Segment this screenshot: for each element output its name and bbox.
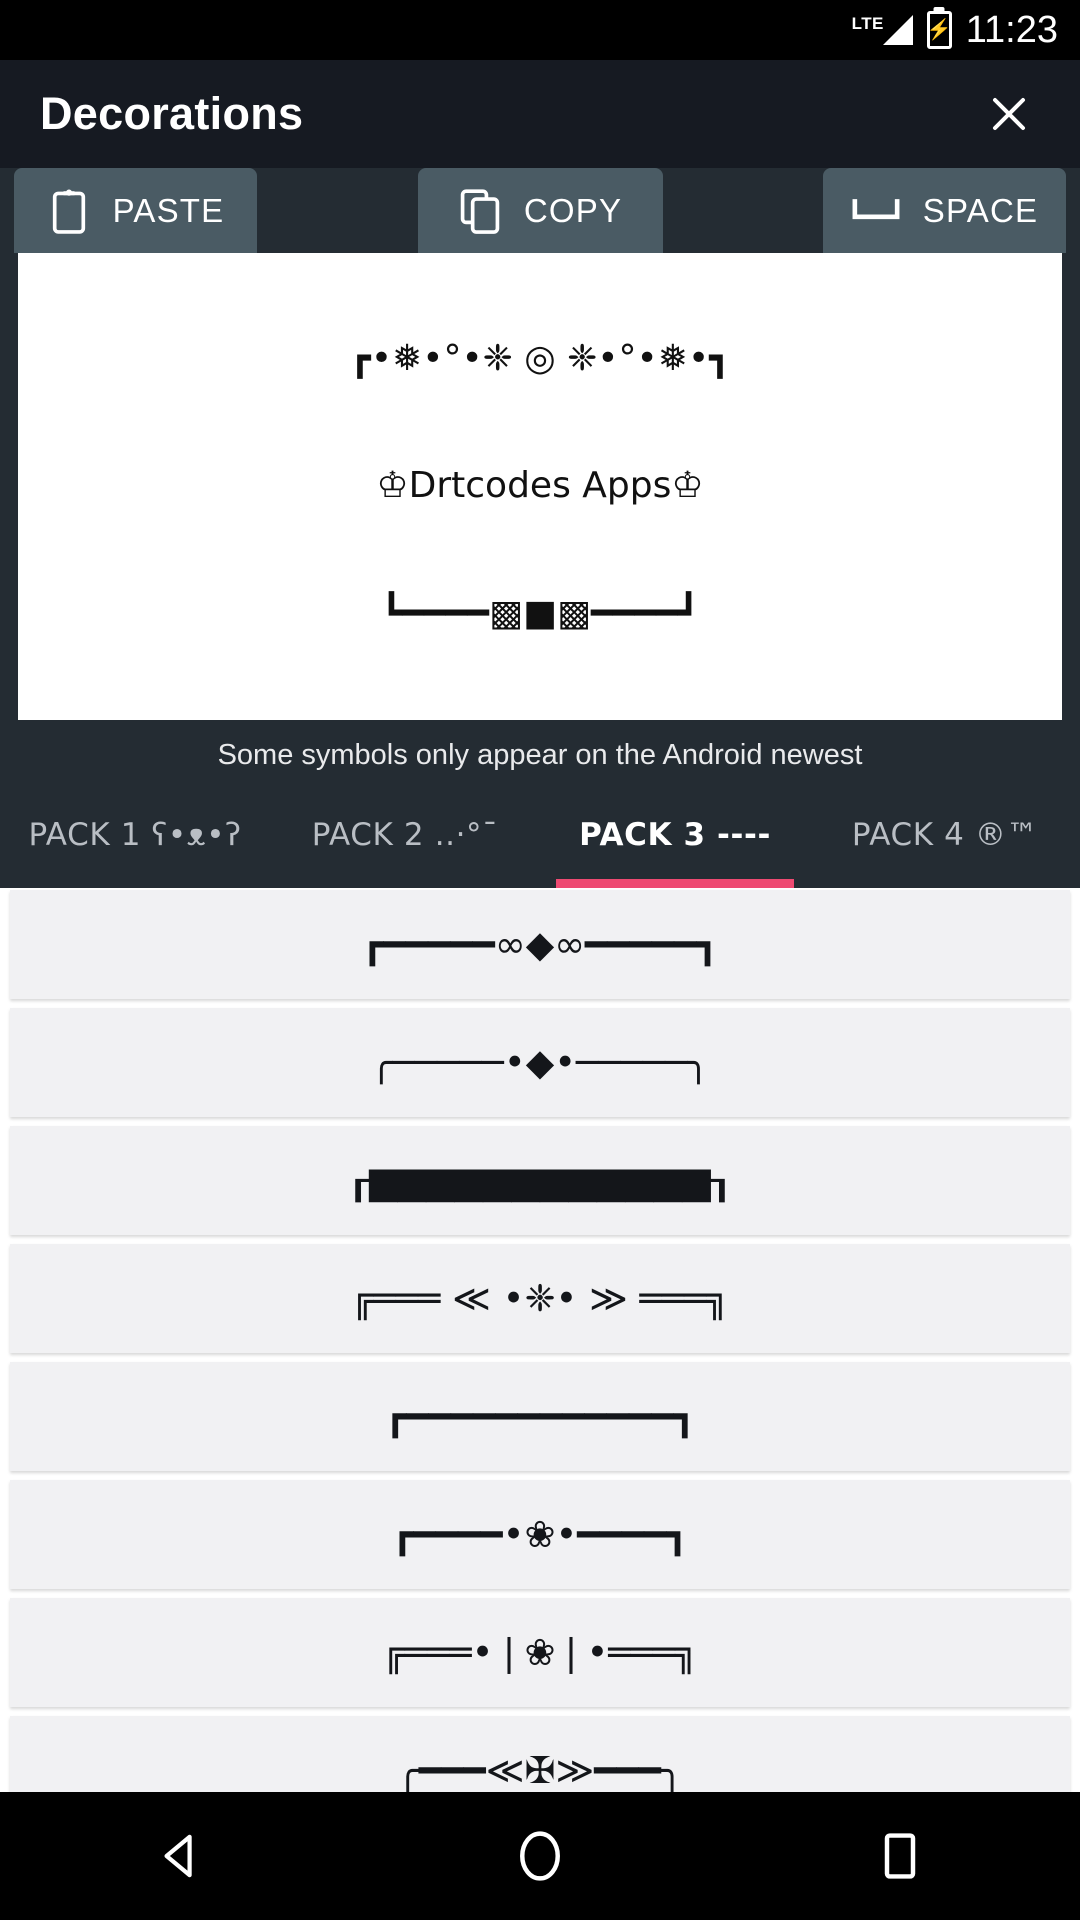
hint-text: Some symbols only appear on the Android … (217, 738, 863, 771)
preview-line-middle: ♔Drtcodes Apps♔ (376, 465, 704, 507)
decoration-text: ┏━━━━━━━━━━━━┓ (384, 1395, 696, 1439)
copy-button[interactable]: COPY (417, 168, 663, 253)
recents-square-icon (884, 1833, 916, 1879)
decoration-text: ╔═══ ≪ •❈• ≫ ═══╗ (351, 1277, 729, 1321)
tab-pack-2[interactable]: PACK 2 ..·°¯ (270, 790, 540, 888)
action-button-bar: PASTE COPY SPACE (0, 168, 1080, 253)
preview-text: ┏•❅•°•❈ ◎ ❈•°•❅•┓ ♔Drtcodes Apps♔ ┗━━━━▩… (349, 253, 731, 720)
preview-container: ┏•❅•°•❈ ◎ ❈•°•❅•┓ ♔Drtcodes Apps♔ ┗━━━━▩… (0, 253, 1080, 721)
list-item[interactable]: ┏━━━━━━━━━━━━┓ (10, 1362, 1070, 1472)
decoration-text: ┏━━━━•❀•━━━━┓ (391, 1513, 689, 1557)
list-item[interactable]: ┏━━━━━∞◆∞━━━━━┓ (10, 890, 1070, 1000)
paste-button[interactable]: PASTE (14, 168, 257, 253)
close-button[interactable] (978, 83, 1040, 145)
spacebar-icon (851, 196, 901, 226)
space-button-label: SPACE (922, 191, 1039, 229)
list-item[interactable]: ┏━━━━•❀•━━━━┓ (10, 1480, 1070, 1590)
decoration-list[interactable]: ┏━━━━━∞◆∞━━━━━┓ ╭─────•◆•─────╮ ┎▆▆▆▆▆▆▆… (0, 888, 1080, 1792)
tab-pack-3-label: PACK 3 ---- (579, 817, 771, 854)
app-root: LTE ⚡ 11:23 Decorations PASTE COPY SPACE… (0, 0, 1080, 1920)
home-circle-icon (520, 1831, 560, 1881)
close-icon (993, 98, 1025, 130)
space-button[interactable]: SPACE (823, 168, 1066, 253)
signal-triangle-icon (882, 15, 913, 45)
paste-button-label: PASTE (112, 191, 225, 229)
tab-pack-3[interactable]: PACK 3 ---- (540, 790, 810, 889)
clipboard-paste-icon (47, 186, 91, 236)
copy-icon (458, 186, 502, 236)
pack-tab-bar: PACK 1 ʕ•ᴥ•ʔ PACK 2 ..·°¯ PACK 3 ---- PA… (0, 790, 1080, 889)
list-item[interactable]: ╭━━━≪✠≫━━━╮ (10, 1716, 1070, 1792)
app-toolbar: Decorations (0, 60, 1080, 168)
preview-line-bottom: ┗━━━━▩■▩━━━━┛ (380, 592, 700, 634)
status-bar: LTE ⚡ 11:23 (0, 0, 1080, 60)
home-button[interactable] (480, 1792, 600, 1920)
decoration-text: ╭─────•◆•─────╮ (370, 1041, 710, 1085)
tab-pack-2-label: PACK 2 ..·°¯ (311, 817, 499, 854)
decoration-text: ╔═══•❘❀❘•═══╗ (382, 1631, 698, 1675)
system-navigation-bar (0, 1792, 1080, 1920)
list-item[interactable]: ╔═══ ≪ •❈• ≫ ═══╗ (10, 1244, 1070, 1354)
tab-pack-4-label: PACK 4 ®™ (851, 817, 1039, 854)
hint-container: Some symbols only appear on the Android … (0, 720, 1080, 791)
page-title: Decorations (40, 88, 304, 139)
list-item[interactable]: ╭─────•◆•─────╮ (10, 1008, 1070, 1118)
tab-pack-1[interactable]: PACK 1 ʕ•ᴥ•ʔ (0, 790, 270, 888)
back-triangle-icon (164, 1834, 192, 1878)
tab-pack-4[interactable]: PACK 4 ®™ (810, 790, 1080, 888)
tab-pack-1-label: PACK 1 ʕ•ᴥ•ʔ (28, 817, 242, 854)
battery-charging-icon: ⚡ (926, 11, 952, 49)
list-item[interactable]: ╔═══•❘❀❘•═══╗ (10, 1598, 1070, 1708)
preview-line-top: ┏•❅•°•❈ ◎ ❈•°•❅•┓ (349, 337, 731, 379)
network-type-label: LTE (851, 14, 884, 33)
decoration-text: ┏━━━━━∞◆∞━━━━━┓ (361, 923, 719, 967)
decoration-text: ┎▆▆▆▆▆▆▆▆▆▆▆▆┒ (346, 1159, 733, 1203)
copy-button-label: COPY (523, 191, 623, 229)
signal-bars-icon: LTE (850, 15, 913, 45)
decoration-text: ╭━━━≪✠≫━━━╮ (396, 1749, 684, 1792)
list-item[interactable]: ┎▆▆▆▆▆▆▆▆▆▆▆▆┒ (10, 1126, 1070, 1236)
status-clock: 11:23 (965, 9, 1058, 51)
charging-bolt-icon: ⚡ (926, 19, 952, 41)
preview-canvas[interactable]: ┏•❅•°•❈ ◎ ❈•°•❅•┓ ♔Drtcodes Apps♔ ┗━━━━▩… (18, 253, 1062, 721)
back-button[interactable] (120, 1792, 240, 1920)
recents-button[interactable] (840, 1792, 960, 1920)
